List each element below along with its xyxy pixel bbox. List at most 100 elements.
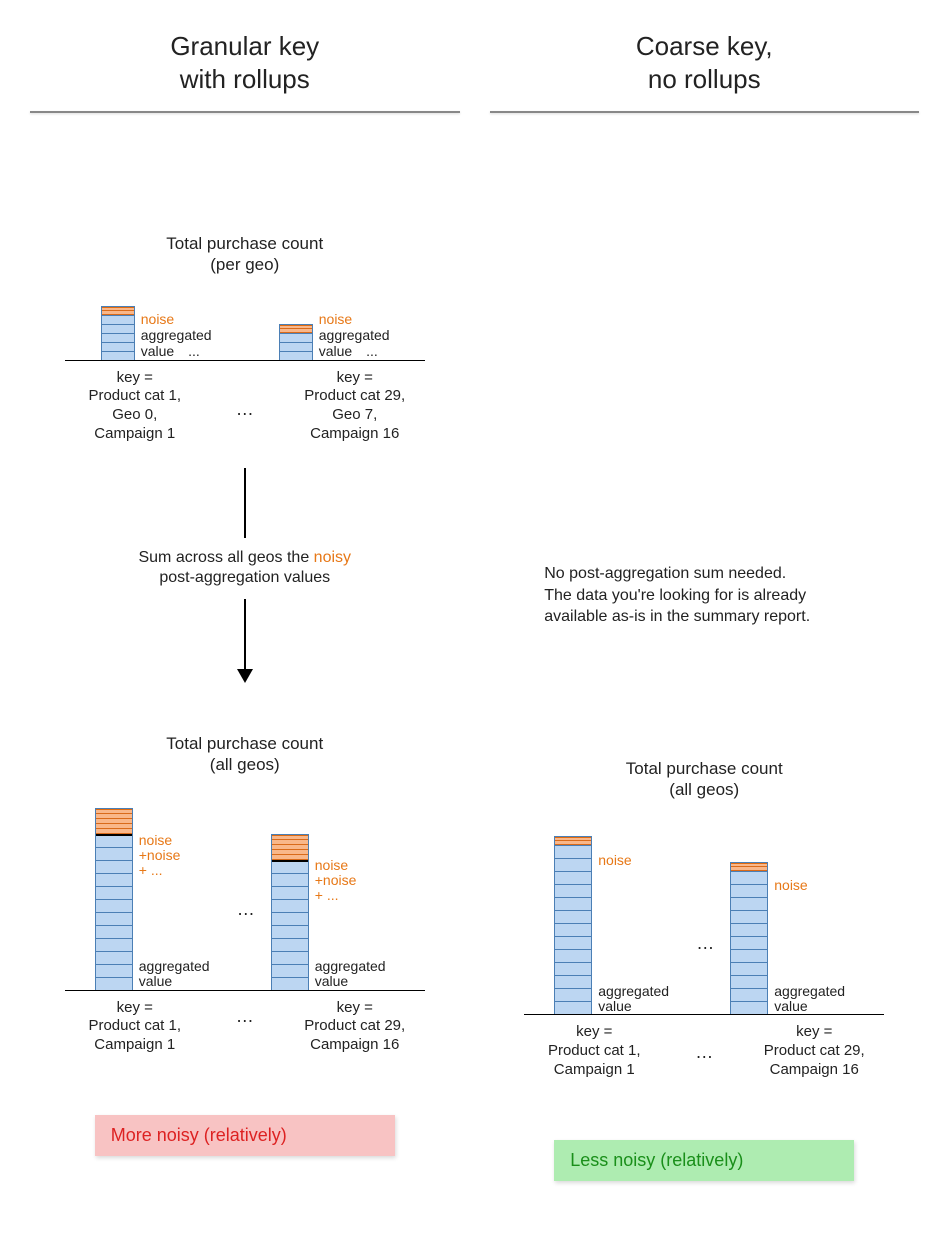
- rbb2s7: [731, 949, 767, 962]
- rbk2l2: Product cat 29,: [764, 1042, 865, 1059]
- arrow-section: Sum across all geos the noisy post-aggre…: [138, 468, 351, 684]
- top-bar-1-agg-l1: aggregated: [141, 327, 212, 343]
- rbb1-al2: value: [598, 998, 631, 1014]
- rbb2s11: [731, 1001, 767, 1014]
- lbb1s12: [96, 977, 132, 990]
- arrow-head-icon: [237, 669, 253, 683]
- arrow-text-l2: post-aggregation values: [159, 569, 330, 586]
- rbb1s5: [555, 897, 591, 910]
- right-title-l2: no rollups: [648, 64, 761, 94]
- lbb1s11: [96, 964, 132, 977]
- lbk1l1: key =: [117, 999, 153, 1016]
- rbb2s2: [731, 884, 767, 897]
- lbb2al2: value: [315, 973, 348, 989]
- top-bar-2-wrap: noise aggregated value ...: [279, 311, 390, 359]
- right-big-bars: …: [524, 814, 884, 1014]
- left-big-bar-1: [95, 808, 133, 990]
- rbb1s8: [555, 936, 591, 949]
- rbk1l3: Campaign 1: [554, 1061, 635, 1078]
- tb2s3: [280, 351, 312, 360]
- lbb1nl2: +noise: [139, 847, 181, 863]
- left-conclusion-pill: More noisy (relatively): [95, 1115, 395, 1156]
- lbk1l2: Product cat 1,: [88, 1017, 181, 1034]
- top-bar-1-agg-l2: value: [141, 343, 174, 359]
- top-chart-title: Total purchase count (per geo): [166, 233, 323, 276]
- rbb1-noise: noise: [598, 852, 631, 868]
- top-key-ellipsis: …: [236, 392, 254, 421]
- lbb2s5: [272, 912, 308, 925]
- lbb1s7: [96, 912, 132, 925]
- tk2l1: key =: [337, 369, 373, 386]
- top-chart-title-l1: Total purchase count: [166, 234, 323, 253]
- lbb1s4: [96, 873, 132, 886]
- arrow-text-pre: Sum across all geos the: [138, 549, 313, 566]
- left-column: Granular key with rollups Total purchase…: [30, 30, 460, 1181]
- right-bottom-keys: key = Product cat 1, Campaign 1 … key = …: [524, 1023, 884, 1079]
- lbb1s6: [96, 899, 132, 912]
- rbk2l1: key =: [796, 1023, 832, 1040]
- rbb1s4: [555, 884, 591, 897]
- arrow-text: Sum across all geos the noisy post-aggre…: [138, 548, 351, 590]
- lbb2s10: [272, 977, 308, 990]
- left-big-bar-1-wrap: noise +noise + ... aggregated value: [95, 808, 210, 990]
- rbk2l3: Campaign 16: [770, 1061, 859, 1078]
- rbk1l2: Product cat 1,: [548, 1042, 641, 1059]
- tb2s1: [280, 333, 312, 342]
- left-big-bar-2: [271, 834, 309, 990]
- lbk2l2: Product cat 29,: [304, 1017, 405, 1034]
- rbb2s6: [731, 936, 767, 949]
- top-bar-1-labels: noise aggregated value ...: [141, 311, 212, 359]
- left-bottom-keys: key = Product cat 1, Campaign 1 … key = …: [65, 999, 425, 1055]
- lbb2s9: [272, 964, 308, 977]
- tb1s3: [102, 333, 134, 342]
- top-key-2: key = Product cat 29, Geo 7, Campaign 16: [285, 369, 425, 444]
- rbb2-al2: value: [774, 998, 807, 1014]
- lbk1: key = Product cat 1, Campaign 1: [65, 999, 205, 1055]
- right-title-l1: Coarse key,: [636, 31, 773, 61]
- lbct-l1: Total purchase count: [166, 734, 323, 753]
- right-bottom-axis: [524, 1014, 884, 1015]
- lbb2nl1: noise: [315, 857, 348, 873]
- right-bottom-chart: …: [524, 814, 884, 1079]
- lbb1nl1: noise: [139, 832, 172, 848]
- top-bar-2-ell: ...: [366, 343, 378, 359]
- left-bottom-chart-title: Total purchase count (all geos): [166, 733, 323, 776]
- rbb1s2: [555, 858, 591, 871]
- left-title: Granular key with rollups: [170, 30, 319, 95]
- right-title: Coarse key, no rollups: [636, 30, 773, 95]
- lbb1s5: [96, 886, 132, 899]
- ri-l2: The data you're looking for is already: [544, 587, 806, 604]
- left-big-ellipsis: …: [237, 899, 255, 920]
- tk1l4: Campaign 1: [94, 425, 175, 442]
- rbb1s11: [555, 975, 591, 988]
- rbb2s8: [731, 962, 767, 975]
- rbb2-labels: noise aggregated value: [774, 878, 845, 1014]
- lbb1-labels: noise +noise + ... aggregated value: [139, 833, 210, 990]
- right-info-text: No post-aggregation sum needed. The data…: [544, 563, 864, 628]
- rbb1s10: [555, 962, 591, 975]
- tk1l2: Product cat 1,: [88, 387, 181, 404]
- lbb2s2: [272, 873, 308, 886]
- lbk2l1: key =: [337, 999, 373, 1016]
- lbk2: key = Product cat 29, Campaign 16: [285, 999, 425, 1055]
- rbb1-labels: noise aggregated value: [598, 853, 669, 1014]
- right-bottom-chart-title: Total purchase count (all geos): [626, 758, 783, 801]
- rbb2s1: [731, 871, 767, 884]
- rbb1s13: [555, 1001, 591, 1014]
- lbb2s6: [272, 925, 308, 938]
- top-chart-axis: [65, 360, 425, 361]
- rbct-l1: Total purchase count: [626, 759, 783, 778]
- lbb1s8: [96, 925, 132, 938]
- top-bar-1-ell: ...: [188, 343, 200, 359]
- top-chart-keys: key = Product cat 1, Geo 0, Campaign 1 ……: [65, 369, 425, 444]
- rbk1: key = Product cat 1, Campaign 1: [524, 1023, 664, 1079]
- lbb1al1: aggregated: [139, 958, 210, 974]
- tk2l2: Product cat 29,: [304, 387, 405, 404]
- ri-l1: No post-aggregation sum needed.: [544, 565, 786, 582]
- lbb1s3: [96, 860, 132, 873]
- rbk1l1: key =: [576, 1023, 612, 1040]
- right-column: Coarse key, no rollups No post-aggregati…: [490, 30, 920, 1181]
- rbb1s1: [555, 845, 591, 858]
- rbb2s5: [731, 923, 767, 936]
- rbb1s7: [555, 923, 591, 936]
